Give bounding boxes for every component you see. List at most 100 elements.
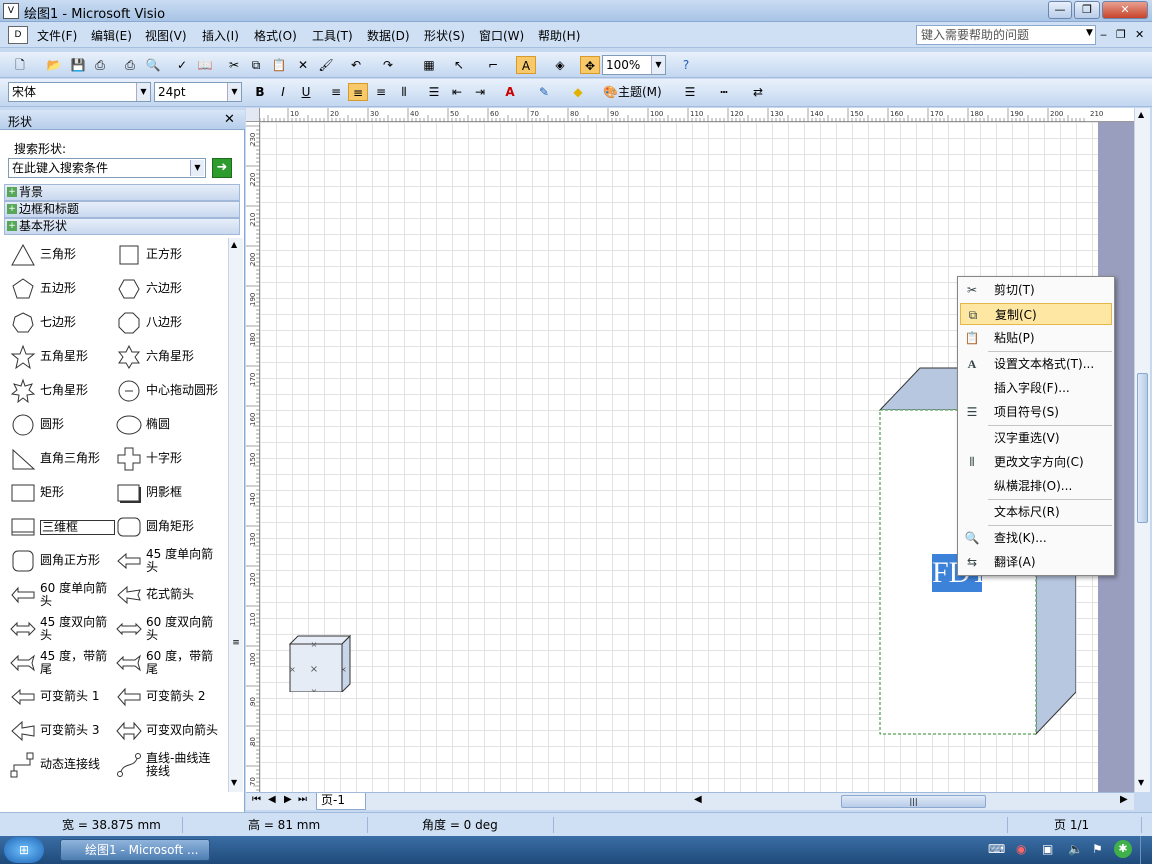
text-direction-icon[interactable]: ⫴: [394, 83, 414, 101]
menu-item-reconvert[interactable]: 汉字重选(V): [960, 427, 1112, 449]
close-button[interactable]: ✕: [1102, 1, 1148, 19]
new-icon[interactable]: 🗋: [10, 56, 30, 74]
scroll-down-icon[interactable]: ▼: [231, 778, 237, 787]
shape-variable-arrow-2[interactable]: 可变箭头 2: [110, 682, 220, 712]
flag-icon[interactable]: ⚑: [1092, 842, 1103, 856]
menu-item-mixed-layout[interactable]: 纵横混排(O)...: [960, 475, 1112, 497]
shape-right-triangle[interactable]: 直角三角形: [4, 444, 114, 474]
menu-item-insert-field[interactable]: 插入字段(F)...: [960, 377, 1112, 399]
shape-variable-arrow-1[interactable]: 可变箭头 1: [4, 682, 114, 712]
font-select[interactable]: 宋体 ▼: [8, 82, 151, 102]
shape-variable-arrow-3[interactable]: 可变箭头 3: [4, 716, 114, 746]
copy-icon[interactable]: ⧉: [246, 56, 266, 74]
menu-item-text-ruler[interactable]: 文本标尺(R): [960, 501, 1112, 523]
fill-color-icon[interactable]: ◆: [568, 83, 588, 101]
shape-star7[interactable]: 七角星形: [4, 376, 114, 406]
show-desktop-button[interactable]: [1140, 836, 1152, 864]
scroll-left-icon[interactable]: ◀: [694, 794, 702, 805]
open-icon[interactable]: 📂: [44, 56, 64, 74]
chevron-down-icon[interactable]: ▼: [190, 160, 204, 176]
line-weight-icon[interactable]: ☰: [680, 83, 700, 101]
vertical-ruler[interactable]: 230 220 210 200 190 180 170 160 150 140 130 120 110 1…: [246, 122, 260, 792]
shape-hexagon[interactable]: 六边形: [110, 274, 220, 304]
shape-heptagon[interactable]: 七边形: [4, 308, 114, 338]
shape-45-double-arrow[interactable]: 45 度双向箭头: [4, 614, 114, 644]
shape-rectangle[interactable]: 矩形: [4, 478, 114, 508]
paste-icon[interactable]: 📋: [269, 56, 289, 74]
taskbar-visio-item[interactable]: 绘图1 - Microsoft ...: [60, 839, 210, 861]
pan-zoom-icon[interactable]: ✥: [580, 56, 600, 74]
doc-close-button[interactable]: ✕: [1135, 28, 1144, 41]
menu-item-bullets[interactable]: ☰ 项目符号(S): [960, 401, 1112, 423]
menu-item-text-direction[interactable]: ⫴ 更改文字方向(C): [960, 451, 1112, 473]
shape-star5[interactable]: 五角星形: [4, 342, 114, 372]
help-icon[interactable]: ?: [676, 56, 696, 74]
italic-icon[interactable]: I: [273, 83, 293, 101]
shapes-window-icon[interactable]: ▦: [419, 56, 439, 74]
shape-octagon[interactable]: 八边形: [110, 308, 220, 338]
align-left-icon[interactable]: ≡: [326, 83, 346, 101]
shape-cross[interactable]: 十字形: [110, 444, 220, 474]
scroll-right-icon[interactable]: ▶: [1120, 794, 1128, 805]
research-icon[interactable]: 📖: [195, 56, 215, 74]
search-shapes-input[interactable]: 在此键入搜索条件: [8, 158, 206, 178]
visio-app-icon[interactable]: V: [3, 3, 19, 19]
chevron-down-icon[interactable]: ▼: [227, 83, 241, 101]
theme-button[interactable]: 🎨主题(M): [603, 83, 667, 101]
line-ends-icon[interactable]: ⇄: [748, 83, 768, 101]
canvas-vertical-scrollbar[interactable]: ▲ ▼: [1134, 108, 1150, 792]
increase-indent-icon[interactable]: ⇥: [470, 83, 490, 101]
drawing-tools-icon[interactable]: ◈: [550, 56, 570, 74]
help-dropdown-icon[interactable]: ▼: [1086, 28, 1093, 38]
chevron-down-icon[interactable]: ▼: [136, 83, 150, 101]
menu-window[interactable]: 窗口(W): [479, 27, 524, 44]
shape-shadow-box[interactable]: 阴影框: [110, 478, 220, 508]
print-icon[interactable]: ⎙: [120, 56, 140, 74]
search-go-button[interactable]: ➜: [212, 158, 232, 178]
cut-icon[interactable]: ✂: [224, 56, 244, 74]
menu-help[interactable]: 帮助(H): [538, 27, 580, 44]
stencil-borders-titles[interactable]: + 边框和标题: [4, 201, 240, 218]
antivirus-icon[interactable]: ◉: [1016, 842, 1026, 856]
ruler-corner[interactable]: [246, 108, 260, 122]
network-icon[interactable]: ▣: [1042, 842, 1053, 856]
chevron-down-icon[interactable]: ▼: [651, 56, 665, 74]
help-search-input[interactable]: 键入需要帮助的问题: [916, 25, 1096, 45]
shape-dynamic-connector[interactable]: 动态连接线: [4, 750, 114, 780]
menu-item-paste[interactable]: 📋 粘贴(P): [960, 327, 1112, 349]
menu-insert[interactable]: 插入(I): [202, 27, 239, 44]
shape-line-curve-connector[interactable]: 直线-曲线连接线: [110, 750, 220, 780]
stencil-basic-shapes[interactable]: + 基本形状: [4, 218, 240, 235]
shape-variable-double-arrow[interactable]: 可变双向箭头: [110, 716, 220, 746]
undo-icon[interactable]: ↶: [346, 56, 366, 74]
menu-shapes[interactable]: 形状(S): [424, 27, 465, 44]
menu-item-copy[interactable]: ⧉ 复制(C): [960, 303, 1112, 325]
menu-item-find[interactable]: 🔍 查找(K)...: [960, 527, 1112, 549]
underline-icon[interactable]: U: [296, 83, 316, 101]
keyboard-icon[interactable]: ⌨: [988, 842, 1005, 856]
menu-item-translate[interactable]: ⇆ 翻译(A): [960, 551, 1112, 573]
first-page-icon[interactable]: ⏮: [252, 794, 261, 805]
menu-item-cut[interactable]: ✂ 剪切(T): [960, 279, 1112, 301]
shape-circle[interactable]: 圆形: [4, 410, 114, 440]
shape-60-double-arrow[interactable]: 60 度双向箭头: [110, 614, 220, 644]
shape-rounded-square[interactable]: 圆角正方形: [4, 546, 114, 576]
bullets-icon[interactable]: ☰: [424, 83, 444, 101]
menu-edit[interactable]: 编辑(E): [91, 27, 132, 44]
close-icon[interactable]: ✕: [224, 112, 235, 127]
connector-tool-icon[interactable]: ⌐: [483, 56, 503, 74]
shape-fancy-arrow[interactable]: 花式箭头: [110, 580, 220, 610]
tab-page-1[interactable]: 页-1: [316, 793, 366, 810]
last-page-icon[interactable]: ⏭: [298, 794, 307, 805]
minimize-button[interactable]: —: [1048, 1, 1072, 19]
shape-rounded-rectangle[interactable]: 圆角矩形: [110, 512, 220, 542]
save-icon[interactable]: 💾: [68, 56, 88, 74]
start-button[interactable]: ⊞: [4, 837, 44, 863]
menu-format[interactable]: 格式(O): [254, 27, 297, 44]
next-page-icon[interactable]: ▶: [284, 794, 292, 805]
prev-page-icon[interactable]: ◀: [268, 794, 276, 805]
menu-item-format-text[interactable]: A 设置文本格式(T)...: [960, 353, 1112, 375]
shapes-pane-scrollbar[interactable]: ▲ ≡ ▼: [228, 238, 243, 792]
tray-app-icon[interactable]: ✱: [1114, 840, 1132, 858]
menu-view[interactable]: 视图(V): [145, 27, 187, 44]
